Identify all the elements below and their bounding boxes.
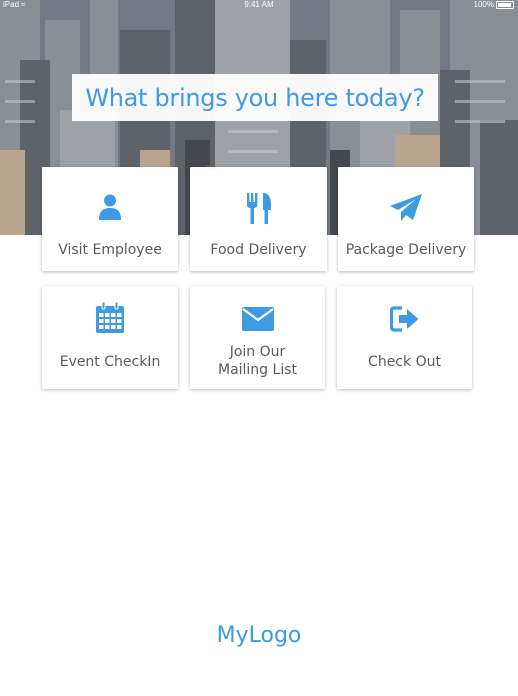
person-icon <box>42 193 178 221</box>
tile-label: Package Delivery <box>345 242 467 258</box>
tile-label: Visit Employee <box>58 242 162 258</box>
tile-label: Food Delivery <box>210 242 307 258</box>
food-delivery-button[interactable]: Food Delivery <box>190 167 327 271</box>
tile-label-line-1: Join Our <box>229 344 286 360</box>
page-title: What brings you here today? <box>72 74 438 121</box>
status-time: 9:41 AM <box>244 0 274 9</box>
tile-label: Event CheckIn <box>59 354 161 370</box>
tile-label: Check Out <box>368 354 441 370</box>
tile-label: Join Our Mailing List <box>190 343 325 379</box>
event-checkin-button[interactable]: Event CheckIn <box>42 286 178 389</box>
fork-knife-icon <box>190 193 327 225</box>
envelope-icon <box>190 302 325 332</box>
sign-out-icon <box>337 302 472 332</box>
visit-employee-button[interactable]: Visit Employee <box>42 167 178 271</box>
brand-logo: MyLogo <box>216 623 302 648</box>
join-mailing-list-button[interactable]: Join Our Mailing List <box>190 286 325 389</box>
battery-percent: 100% <box>473 0 494 9</box>
paper-plane-icon <box>338 193 474 223</box>
calendar-icon <box>42 302 178 334</box>
check-out-button[interactable]: Check Out <box>337 286 472 389</box>
status-bar: iPad ≈ 9:41 AM 100% <box>0 0 518 10</box>
battery-icon <box>496 1 514 9</box>
tile-label-line-2: Mailing List <box>217 362 297 378</box>
package-delivery-button[interactable]: Package Delivery <box>338 167 474 271</box>
